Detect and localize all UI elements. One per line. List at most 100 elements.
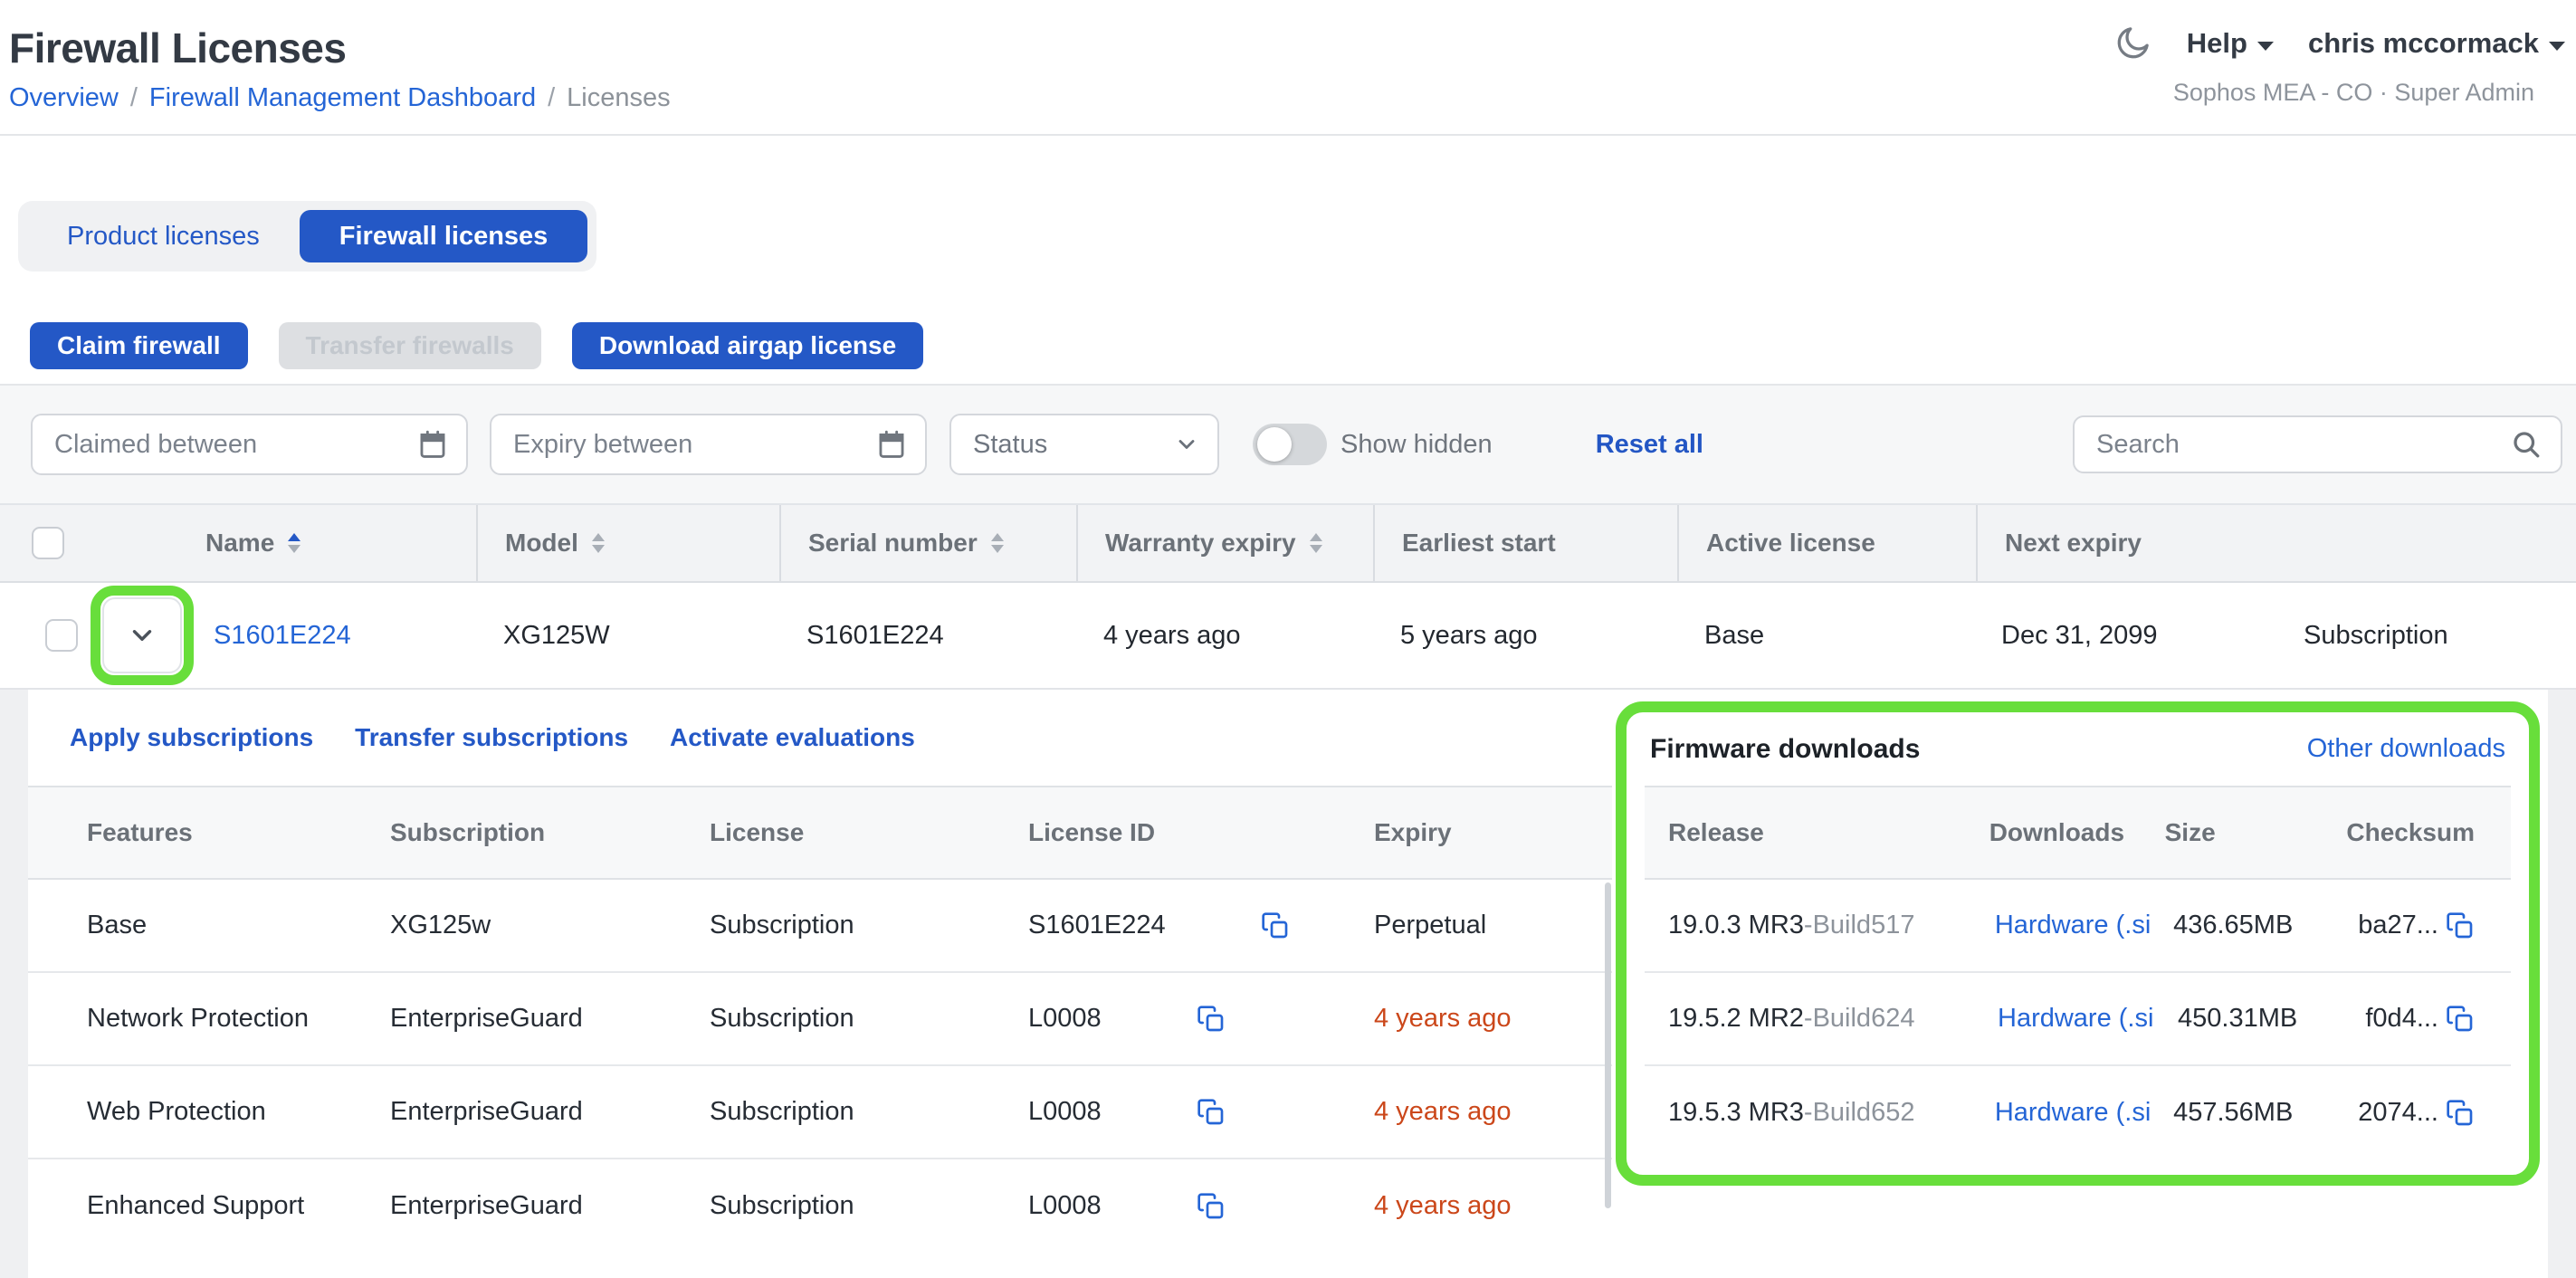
firmware-highlight-ring: Firmware downloads Other downloads Relea… <box>1616 701 2540 1186</box>
breadcrumb: Overview / Firewall Management Dashboard… <box>9 83 671 113</box>
firmware-downloads-title: Firmware downloads <box>1650 734 1920 765</box>
breadcrumb-separator: / <box>130 83 138 113</box>
claim-firewall-button[interactable]: Claim firewall <box>30 322 248 369</box>
features-row: Base XG125w Subscription S1601E224 Perpe… <box>28 880 1612 973</box>
column-header-model[interactable]: Model <box>476 505 779 581</box>
download-airgap-license-button[interactable]: Download airgap license <box>572 322 923 369</box>
search-input[interactable] <box>2096 430 2510 460</box>
feature-expiry: 4 years ago <box>1347 1097 1612 1127</box>
column-header-serial-number[interactable]: Serial number <box>779 505 1076 581</box>
row-warranty-expiry: 4 years ago <box>1076 621 1373 651</box>
claimed-between-input[interactable] <box>54 430 417 460</box>
feature-license-id: L0008 <box>1028 1097 1102 1127</box>
page-title: Firewall Licenses <box>9 25 671 71</box>
column-header-warranty-expiry[interactable]: Warranty expiry <box>1076 505 1373 581</box>
search-field[interactable] <box>2073 415 2562 473</box>
hardware-download-link[interactable]: Hardware (.si <box>1998 1004 2178 1034</box>
topbar-left: Firewall Licenses Overview / Firewall Ma… <box>9 0 671 134</box>
copy-icon[interactable] <box>2446 1099 2475 1128</box>
copy-icon[interactable] <box>2446 1005 2475 1034</box>
features-col-features: Features <box>87 818 390 847</box>
feature-expiry: Perpetual <box>1347 911 1612 940</box>
breadcrumb-firewall-dashboard[interactable]: Firewall Management Dashboard <box>149 83 536 113</box>
feature-subscription: EnterpriseGuard <box>390 1004 710 1034</box>
copy-icon[interactable] <box>1197 1192 1226 1221</box>
hardware-download-link[interactable]: Hardware (.si <box>1995 911 2173 940</box>
license-tab-group: Product licenses Firewall licenses <box>18 201 596 272</box>
firmware-col-release: Release <box>1645 818 1989 847</box>
row-name-cell: S1601E224 <box>95 586 476 685</box>
sort-asc-icon <box>288 533 301 541</box>
sort-icons[interactable] <box>991 533 1004 553</box>
transfer-subscriptions-link[interactable]: Transfer subscriptions <box>355 723 628 752</box>
column-header-active-license: Active license <box>1677 505 1976 581</box>
expanded-detail-section: Apply subscriptions Transfer subscriptio… <box>0 690 2576 1278</box>
tab-product-licenses[interactable]: Product licenses <box>27 210 300 262</box>
features-col-license: License <box>710 818 1028 847</box>
dark-mode-moon-icon[interactable] <box>2113 24 2152 63</box>
breadcrumb-current: Licenses <box>567 83 670 113</box>
features-table-header: Features Subscription License License ID… <box>28 786 1612 880</box>
sort-desc-icon <box>991 545 1004 553</box>
show-hidden-toggle[interactable] <box>1253 424 1327 465</box>
claimed-between-field[interactable] <box>31 414 468 475</box>
feature-license-id: L0008 <box>1028 1004 1102 1034</box>
user-menu[interactable]: chris mccormack <box>2308 27 2565 60</box>
sort-icons[interactable] <box>288 533 301 553</box>
reset-all-link[interactable]: Reset all <box>1596 430 1703 460</box>
expand-row-button[interactable] <box>102 597 182 673</box>
firmware-checksum: f0d4... <box>2365 1004 2438 1034</box>
toggle-knob <box>1257 427 1292 462</box>
column-header-name[interactable]: Name <box>95 505 476 581</box>
feature-license-id-cell: L0008 <box>1028 1191 1347 1221</box>
show-hidden-label: Show hidden <box>1340 430 1493 460</box>
features-row: Network Protection EnterpriseGuard Subsc… <box>28 973 1612 1066</box>
status-select[interactable]: Status <box>949 414 1219 475</box>
account-info: Sophos MEA - CO · Super Admin <box>2113 79 2565 107</box>
apply-subscriptions-link[interactable]: Apply subscriptions <box>70 723 313 752</box>
release-version: 19.5.2 MR2 <box>1668 1004 1804 1033</box>
firmware-col-downloads: Downloads <box>1989 818 2165 847</box>
features-scrollbar[interactable] <box>1605 882 1611 1208</box>
transfer-firewalls-button: Transfer firewalls <box>279 322 541 369</box>
tab-firewall-licenses[interactable]: Firewall licenses <box>300 210 588 262</box>
sort-icons[interactable] <box>1310 533 1322 553</box>
feature-license: Subscription <box>710 1097 1028 1127</box>
activate-evaluations-link[interactable]: Activate evaluations <box>670 723 915 752</box>
copy-icon[interactable] <box>1197 1005 1226 1034</box>
row-earliest-start: 5 years ago <box>1373 621 1677 651</box>
feature-name: Base <box>87 911 390 940</box>
row-checkbox[interactable] <box>45 619 78 652</box>
copy-icon[interactable] <box>1197 1098 1226 1127</box>
feature-subscription: XG125w <box>390 911 710 940</box>
select-all-checkbox[interactable] <box>32 527 64 559</box>
license-tabs-row: Product licenses Firewall licenses <box>18 201 2576 272</box>
features-col-expiry: Expiry <box>1347 818 1612 847</box>
column-label: Checksum <box>2346 818 2475 847</box>
firmware-table-header: Release Downloads Size Checksum <box>1645 786 2511 880</box>
copy-icon[interactable] <box>1261 911 1290 940</box>
expiry-between-field[interactable] <box>490 414 927 475</box>
caret-down-icon <box>2257 42 2274 51</box>
sort-asc-icon <box>991 533 1004 541</box>
firmware-row: 19.5.3 MR3-Build652 Hardware (.si 457.56… <box>1645 1066 2511 1159</box>
feature-expiry: 4 years ago <box>1347 1004 1612 1034</box>
breadcrumb-overview[interactable]: Overview <box>9 83 119 113</box>
feature-name: Web Protection <box>87 1097 390 1127</box>
column-label: Earliest start <box>1402 529 1556 558</box>
firewall-name-link[interactable]: S1601E224 <box>214 621 351 651</box>
expiry-between-input[interactable] <box>513 430 876 460</box>
help-menu[interactable]: Help <box>2187 27 2274 60</box>
status-select-label: Status <box>973 430 1047 460</box>
release-build: -Build652 <box>1804 1098 1915 1127</box>
copy-icon[interactable] <box>2446 911 2475 940</box>
row-serial-number: S1601E224 <box>779 621 1076 651</box>
column-label: Name <box>205 529 274 558</box>
sort-icons[interactable] <box>592 533 605 553</box>
sort-desc-icon <box>592 545 605 553</box>
feature-subscription: EnterpriseGuard <box>390 1191 710 1221</box>
hardware-download-link[interactable]: Hardware (.si <box>1995 1098 2173 1128</box>
column-label: Warranty expiry <box>1105 529 1296 558</box>
other-downloads-link[interactable]: Other downloads <box>2307 734 2505 764</box>
features-col-subscription: Subscription <box>390 818 710 847</box>
